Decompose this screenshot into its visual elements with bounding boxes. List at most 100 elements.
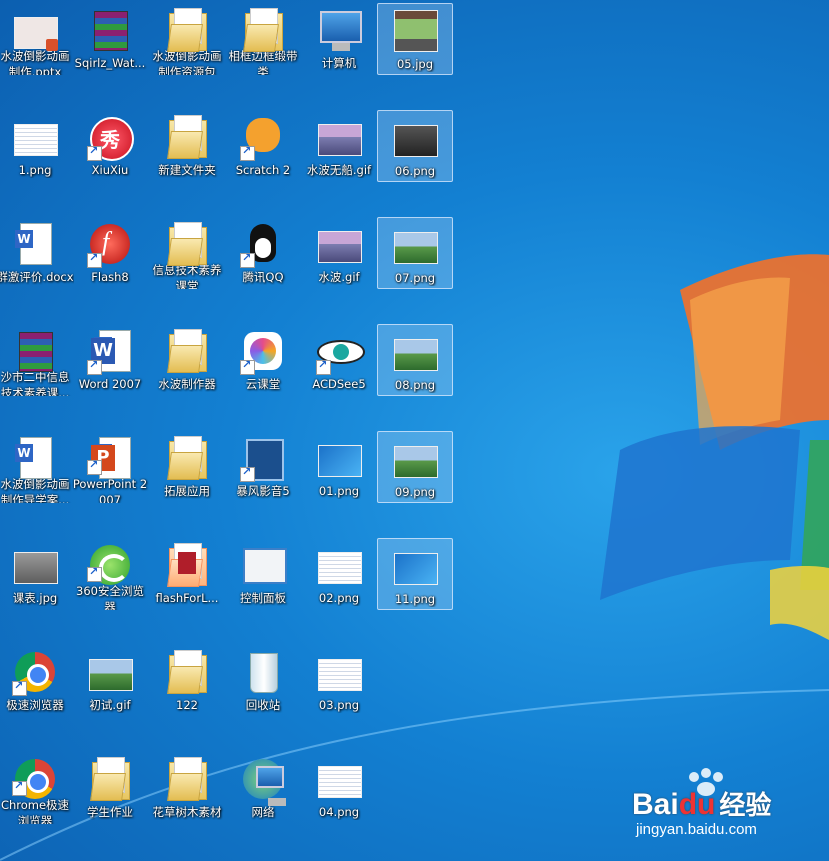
acdsee-eye-icon [314,328,365,376]
desktop-icon-label: 水波制作器 [158,377,216,391]
desktop-icon-label: XiuXiu [91,163,129,177]
desktop-icon[interactable]: 计算机 [301,3,377,75]
desktop-icon[interactable]: 沙市二中信息技术素养课... [0,324,73,396]
word-icon: W [85,328,135,376]
cloud-classroom-icon [238,328,288,376]
desktop-icon-label: 云课堂 [245,377,281,391]
image-file-icon [314,114,364,162]
desktop-icon[interactable]: 11.png [377,538,453,610]
desktop-icon[interactable]: ACDSee5 [301,324,377,396]
desktop-icon[interactable]: 控制面板 [225,538,301,610]
desktop-icon-label: Word 2007 [78,377,142,391]
desktop-icon[interactable]: 极速浏览器 [0,645,73,717]
desktop-icon-label: 1.png [18,163,52,177]
desktop-icon-label: flashForL... [155,591,219,605]
flash-icon: f [85,221,135,269]
desktop-icon[interactable]: Scratch 2 [225,110,301,182]
desktop-icon[interactable]: 信息技术素养课堂 [149,217,225,289]
desktop-icon[interactable]: Chrome极速浏览器 [0,752,73,824]
control-panel-icon [238,542,288,590]
folder-icon [162,435,212,483]
folder-icon [162,114,212,162]
desktop-icon-label: 水波倒影动画制作.pptx [0,48,70,75]
shortcut-arrow-icon [12,779,27,796]
desktop-icon-label: 暴风影音5 [236,484,290,498]
image-file-icon [390,543,440,591]
powerpoint-file-icon [10,7,60,51]
desktop-icon[interactable]: 07.png [377,217,453,289]
shortcut-arrow-icon [240,465,255,482]
desktop-icon[interactable]: 腾讯QQ [225,217,301,289]
image-file-icon [390,329,440,377]
desktop-icon[interactable]: 学生作业 [72,752,148,824]
folder-icon [162,542,212,590]
desktop-icon-label: 11.png [394,592,436,606]
desktop-icon[interactable]: WWord 2007 [72,324,148,396]
desktop-icon[interactable]: 网络 [225,752,301,824]
desktop-icon[interactable]: 群激评价.docx [0,217,74,289]
desktop-icon[interactable]: 水波倒影动画制作导学案... [0,431,73,503]
desktop-icon[interactable]: 课表.jpg [0,538,73,610]
desktop-icon-label: 极速浏览器 [6,698,64,712]
shortcut-arrow-icon [240,358,255,375]
image-file-icon [314,542,364,590]
desktop-icon[interactable]: 08.png [377,324,453,396]
baidu-jingyan-watermark: Baidu 经验 jingyan.baidu.com [632,765,812,849]
desktop-icon-label: 360安全浏览器 [76,583,144,610]
folder-icon [162,7,212,51]
desktop-icon[interactable]: 05.jpg [377,3,453,75]
desktop-icon[interactable]: 水波倒影动画制作.pptx [0,3,73,75]
folder-icon [162,328,212,376]
desktop-icon-label: 网络 [251,805,275,819]
shortcut-arrow-icon [87,251,102,268]
desktop-icon-label: Flash8 [91,270,129,284]
desktop-icon[interactable]: 122 [149,645,225,717]
powerpoint-icon: P [85,435,135,479]
desktop-icon[interactable]: 水波制作器 [149,324,225,396]
desktop-icon-label: 06.png [394,164,436,178]
desktop-icon[interactable]: 新建文件夹 [149,110,225,182]
image-file-icon [85,649,135,697]
desktop-icon-label: 水波.gif [318,270,360,284]
desktop-icon[interactable]: 相框边框缎带类 [225,3,301,75]
desktop-icon[interactable]: flashForL... [149,538,225,610]
desktop-icon[interactable]: 水波.gif [301,217,377,289]
image-file-icon [10,542,60,590]
image-file-icon [390,115,440,163]
desktop[interactable]: 水波倒影动画制作.pptx Sqirlz_Wat... 水波倒影动画制作资源包 相框边… [0,0,829,861]
desktop-icon[interactable]: Sqirlz_Wat... [72,3,148,75]
desktop-icon[interactable]: 暴风影音5 [225,431,301,503]
xiuxiu-icon: 秀 [85,114,135,162]
desktop-icon[interactable]: 水波无船.gif [301,110,377,182]
winrar-icon [10,328,60,372]
desktop-icon[interactable]: 01.png [301,431,377,503]
image-file-icon [314,649,364,697]
desktop-icon[interactable]: 03.png [301,645,377,717]
desktop-icon-label: 沙市二中信息技术素养课... [0,369,70,396]
desktop-icon-label: 07.png [394,271,436,285]
desktop-icon[interactable]: 回收站 [225,645,301,717]
desktop-icon[interactable]: 花草树木素材 [149,752,225,824]
desktop-icon[interactable]: 1.png [0,110,73,182]
desktop-icon[interactable]: 02.png [301,538,377,610]
desktop-icon-label: 04.png [318,805,360,819]
network-icon [238,756,288,806]
shortcut-arrow-icon [240,144,255,161]
desktop-icon[interactable]: 云课堂 [225,324,301,396]
scratch-cat-icon [238,114,288,162]
desktop-icon[interactable]: 360安全浏览器 [72,538,148,610]
desktop-icon[interactable]: 09.png [377,431,453,503]
desktop-icon[interactable]: PPowerPoint 2007 [72,431,148,503]
360-browser-icon [85,542,135,585]
desktop-icon[interactable]: 04.png [301,752,377,824]
desktop-icon-label: 课表.jpg [12,591,58,605]
shortcut-arrow-icon [87,458,102,475]
image-file-icon [390,8,440,56]
desktop-icon[interactable]: 初试.gif [72,645,148,717]
desktop-icon[interactable]: 06.png [377,110,453,182]
desktop-icon[interactable]: 拓展应用 [149,431,225,503]
desktop-icon[interactable]: 秀XiuXiu [72,110,148,182]
desktop-icon[interactable]: 水波倒影动画制作资源包 [149,3,225,75]
desktop-icon[interactable]: fFlash8 [72,217,148,289]
shortcut-arrow-icon [240,251,255,268]
